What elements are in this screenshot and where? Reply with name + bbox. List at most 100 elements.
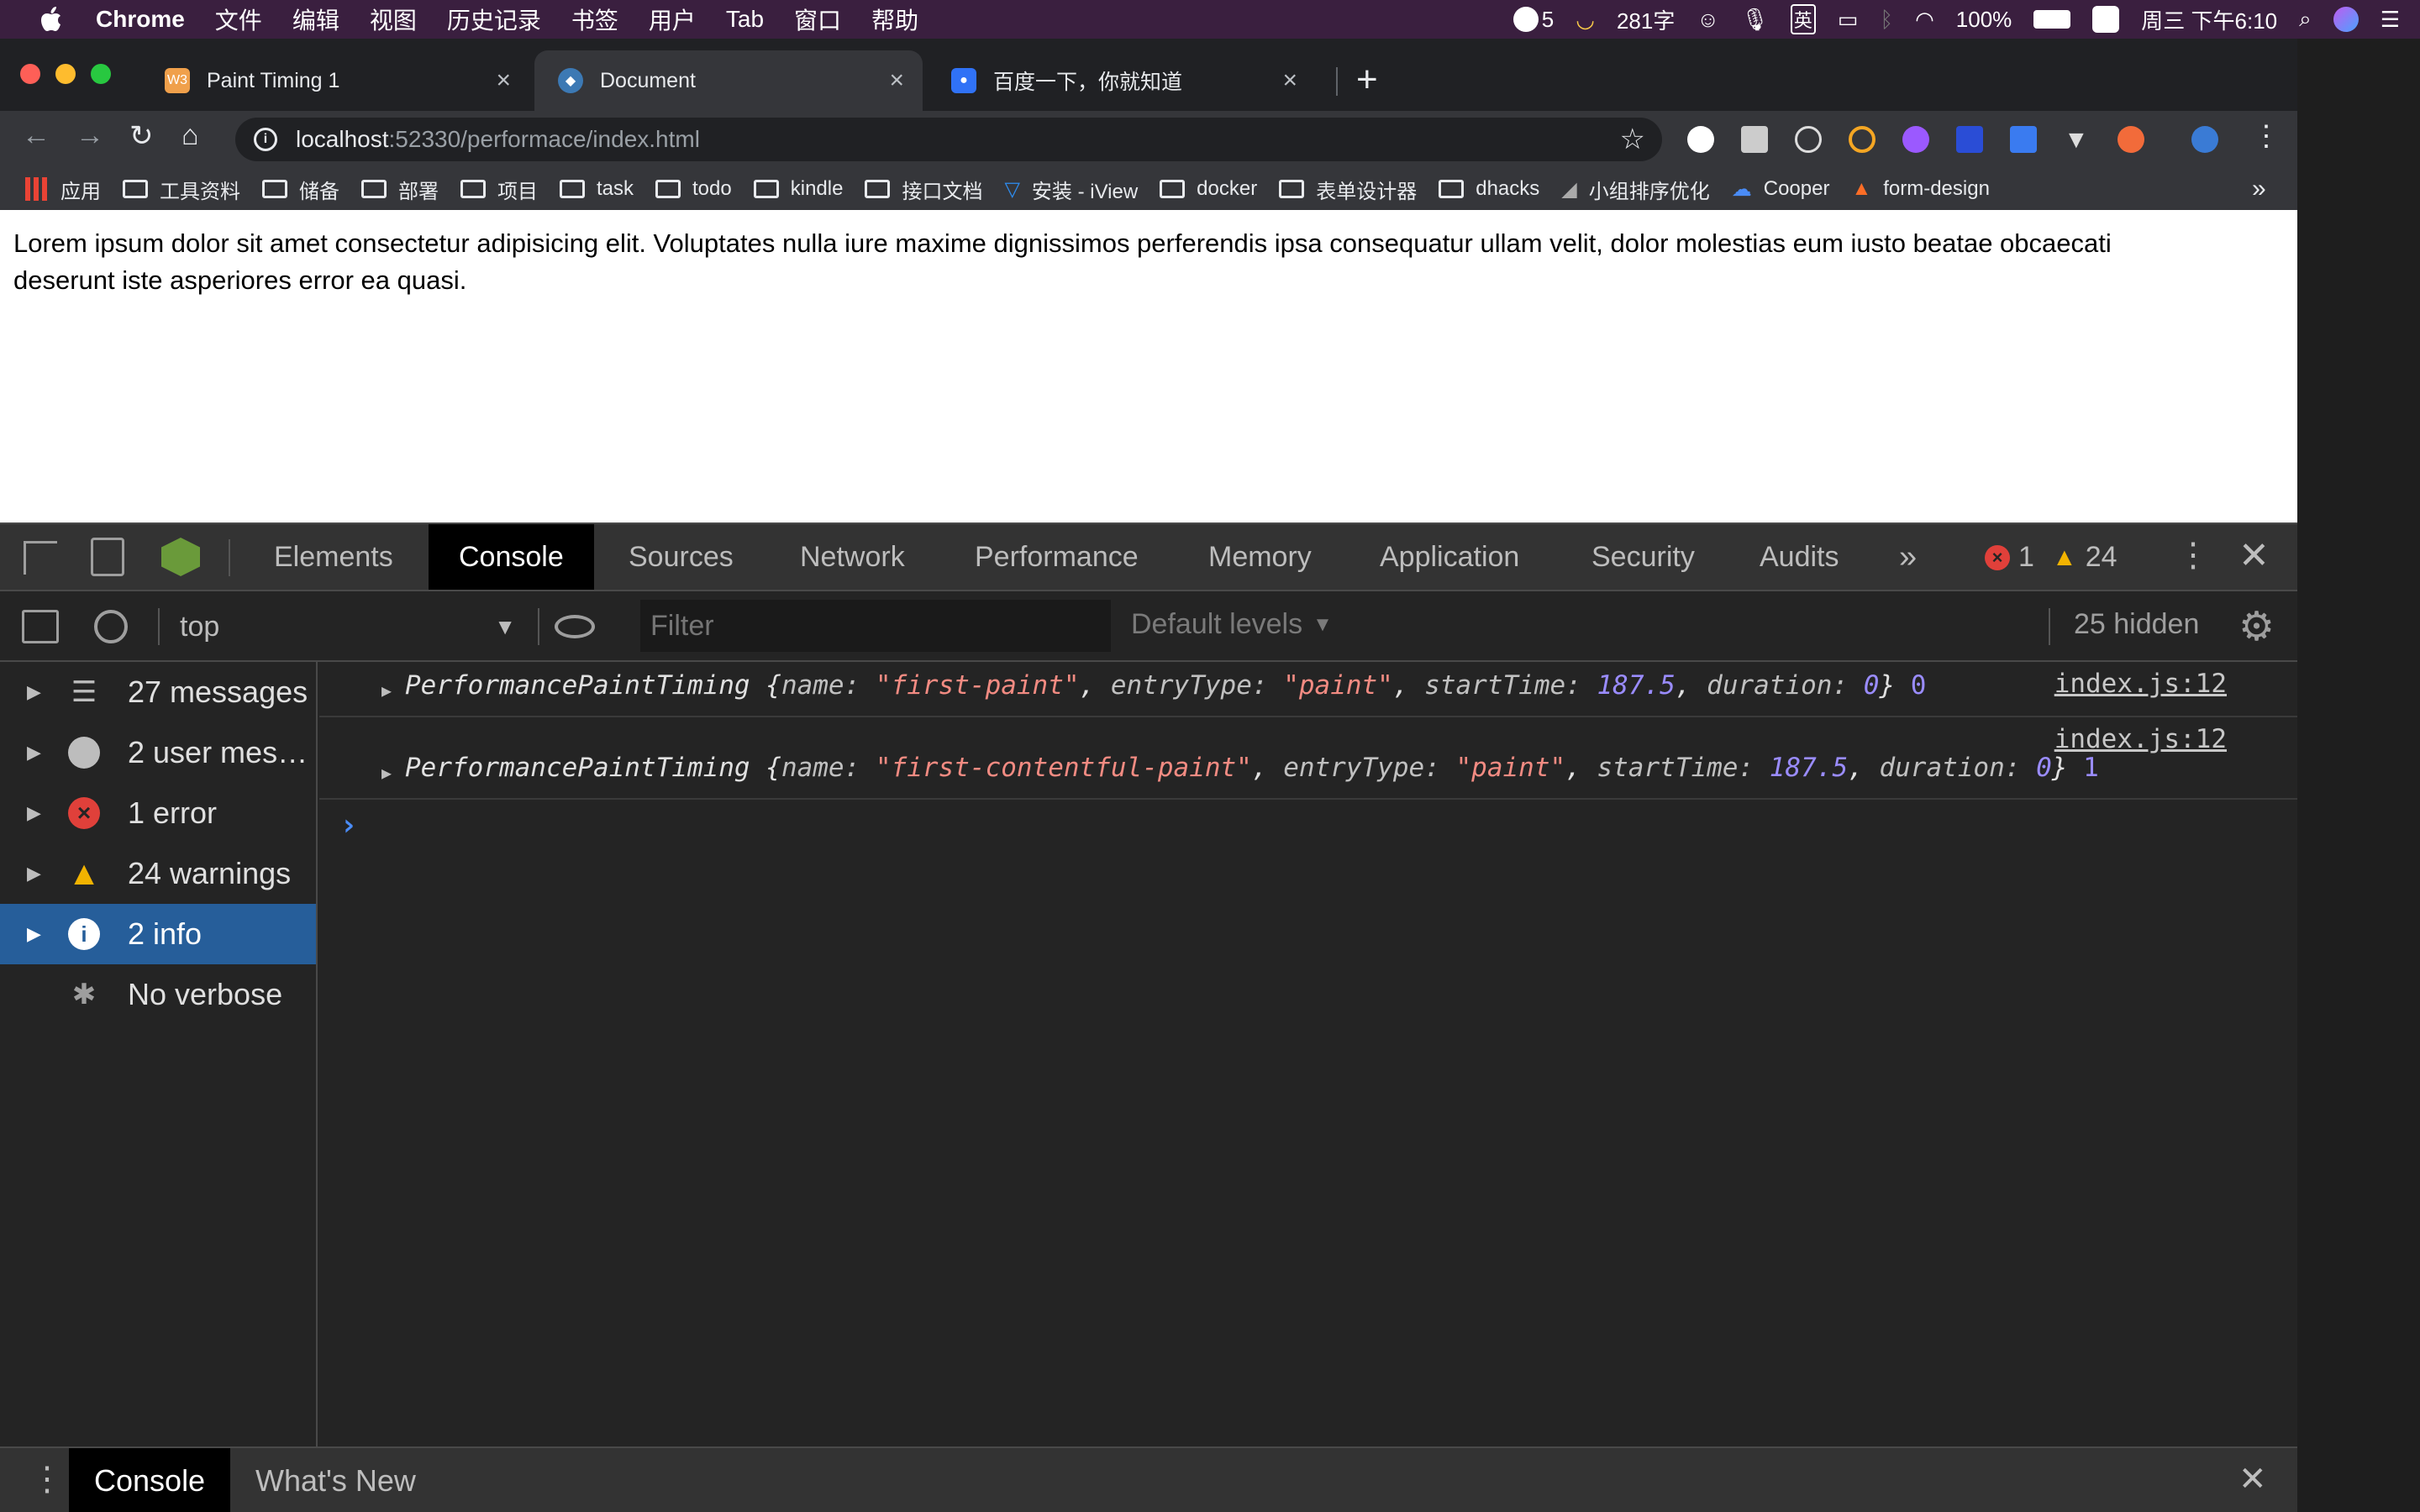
live-expression-eye-icon[interactable]: [555, 615, 595, 638]
devtools-menu-icon[interactable]: ⋮: [2176, 536, 2210, 575]
tab-document[interactable]: ◆ Document ×: [534, 50, 923, 111]
spotlight-search-icon[interactable]: ⌕: [2299, 6, 2312, 33]
close-devtools-icon[interactable]: ✕: [2238, 534, 2270, 577]
sidebar-item-verbose[interactable]: ✱ No verbose: [0, 964, 316, 1025]
extension-icon[interactable]: [1902, 126, 1929, 153]
tab-elements[interactable]: Elements: [274, 524, 393, 590]
menu-file[interactable]: 文件: [215, 3, 262, 36]
tab-memory[interactable]: Memory: [1208, 524, 1312, 590]
tab-audits[interactable]: Audits: [1760, 524, 1839, 590]
wifi-icon[interactable]: ◠: [1915, 7, 1934, 33]
ime-indicator[interactable]: 英: [1790, 4, 1816, 34]
log-levels-dropdown[interactable]: Default levels ▼: [1131, 608, 1333, 641]
extension-icon[interactable]: [1956, 126, 1983, 153]
source-link[interactable]: index.js:12: [2054, 669, 2227, 699]
console-settings-gear-icon[interactable]: ⚙: [2238, 603, 2275, 650]
node-icon[interactable]: [161, 538, 200, 576]
apple-icon[interactable]: [32, 0, 71, 39]
drawer-tab-whats-new[interactable]: What's New: [255, 1448, 416, 1512]
bookmark-folder[interactable]: docker: [1160, 177, 1257, 201]
clear-console-icon[interactable]: [94, 610, 128, 643]
back-button[interactable]: ←: [22, 119, 50, 152]
bookmark-apps[interactable]: 应用: [25, 175, 101, 204]
bookmark-folder[interactable]: dhacks: [1439, 177, 1539, 201]
close-tab-icon[interactable]: ×: [1282, 66, 1297, 95]
bookmark-folder[interactable]: 表单设计器: [1279, 175, 1417, 204]
minimize-window-button[interactable]: [55, 64, 76, 84]
bookmark-folder[interactable]: 工具资料: [123, 175, 240, 204]
tab-network[interactable]: Network: [800, 524, 905, 590]
console-input[interactable]: [370, 805, 2286, 847]
tab-application[interactable]: Application: [1380, 524, 1519, 590]
expand-arrow-icon[interactable]: ▶: [27, 863, 41, 885]
smile-icon[interactable]: ◡: [1576, 7, 1595, 33]
reload-button[interactable]: ↻: [129, 119, 154, 153]
inspect-element-icon[interactable]: [24, 541, 57, 575]
expand-arrow-icon[interactable]: ▶: [27, 742, 41, 764]
source-link[interactable]: index.js:12: [2054, 724, 2227, 754]
app-s-icon[interactable]: [2092, 6, 2120, 33]
bookmark-folder[interactable]: 部署: [361, 175, 439, 204]
forward-button[interactable]: →: [76, 119, 104, 152]
menu-window[interactable]: 窗口: [794, 3, 841, 36]
console-filter-input[interactable]: [640, 600, 1111, 652]
bookmark-form-design[interactable]: ▲ form-design: [1851, 177, 1989, 201]
close-tab-icon[interactable]: ×: [889, 66, 904, 95]
drawer-tab-console[interactable]: Console: [69, 1448, 231, 1512]
site-info-icon[interactable]: i: [254, 128, 277, 151]
bookmark-folder[interactable]: kindle: [753, 177, 843, 201]
expand-arrow-icon[interactable]: ▶: [27, 681, 41, 703]
bookmark-folder[interactable]: 项目: [460, 175, 538, 204]
error-counter[interactable]: × 1: [1985, 541, 2034, 574]
sidebar-item-info[interactable]: ▶ i 2 info: [0, 904, 316, 964]
tab-baidu[interactable]: ● 百度一下，你就知道 ×: [928, 50, 1316, 111]
drawer-menu-icon[interactable]: ⋮: [30, 1460, 64, 1499]
expand-arrow-icon[interactable]: ▶: [27, 923, 41, 945]
vue-devtools-icon[interactable]: ▼: [2064, 126, 2091, 154]
close-drawer-icon[interactable]: ✕: [2238, 1460, 2267, 1499]
menu-edit[interactable]: 编辑: [292, 3, 339, 36]
tab-paint-timing[interactable]: W3 Paint Timing 1 ×: [141, 50, 529, 111]
warning-counter[interactable]: ▲ 24: [2052, 541, 2118, 574]
chrome-menu-icon[interactable]: ⋮: [2252, 119, 2281, 153]
react-devtools-icon[interactable]: [1795, 126, 1822, 153]
bookmarks-overflow-button[interactable]: »: [2252, 175, 2266, 203]
menu-user[interactable]: 用户: [649, 3, 696, 36]
profile-avatar-icon[interactable]: [2191, 126, 2218, 153]
bookmark-link[interactable]: ◢ 小组排序优化: [1561, 175, 1709, 204]
sidebar-item-errors[interactable]: ▶ × 1 error: [0, 783, 316, 843]
expand-object-icon[interactable]: ▶: [381, 680, 392, 701]
address-bar[interactable]: i localhost :52330/performace/index.html…: [235, 118, 1662, 161]
console-prompt-icon[interactable]: ›: [339, 808, 358, 843]
sidebar-item-user-messages[interactable]: ▶ 2 user mes…: [0, 722, 316, 783]
tab-console[interactable]: Console: [429, 524, 594, 590]
datetime[interactable]: 周三 下午6:10: [2141, 4, 2277, 35]
bookmark-folder[interactable]: 储备: [262, 175, 339, 204]
bookmark-star-icon[interactable]: ☆: [1620, 123, 1645, 156]
expand-arrow-icon[interactable]: ▶: [27, 802, 41, 824]
bookmark-folder[interactable]: todo: [655, 177, 732, 201]
battery-icon[interactable]: [2033, 10, 2071, 29]
close-window-button[interactable]: [20, 64, 40, 84]
console-message[interactable]: ▶ PerformancePaintTiming {name: "first-c…: [319, 717, 2297, 800]
home-button[interactable]: ⌂: [182, 119, 199, 152]
bluetooth-icon[interactable]: ᛒ: [1881, 7, 1894, 33]
emoji-icon[interactable]: ☺: [1697, 7, 1719, 33]
siri-icon[interactable]: [2333, 7, 2359, 32]
menu-bookmarks[interactable]: 书签: [571, 3, 618, 36]
notification-center-icon[interactable]: ☰: [2381, 7, 2400, 33]
tab-sources[interactable]: Sources: [629, 524, 734, 590]
device-toolbar-icon[interactable]: [91, 538, 124, 576]
bookmark-cooper[interactable]: ☁ Cooper: [1732, 177, 1830, 202]
sidebar-item-warnings[interactable]: ▶ ▲ 24 warnings: [0, 843, 316, 904]
tab-security[interactable]: Security: [1591, 524, 1695, 590]
qr-code-icon[interactable]: [1741, 126, 1768, 153]
menu-help[interactable]: 帮助: [871, 3, 918, 36]
sidebar-toggle-icon[interactable]: [22, 610, 59, 643]
sidebar-item-messages[interactable]: ▶ ☰ 27 messages: [0, 662, 316, 722]
menu-history[interactable]: 历史记录: [447, 3, 541, 36]
tab-performance[interactable]: Performance: [975, 524, 1139, 590]
extension-icon[interactable]: [1849, 126, 1876, 153]
zoom-window-button[interactable]: [91, 64, 111, 84]
bookmark-folder[interactable]: 接口文档: [865, 175, 982, 204]
